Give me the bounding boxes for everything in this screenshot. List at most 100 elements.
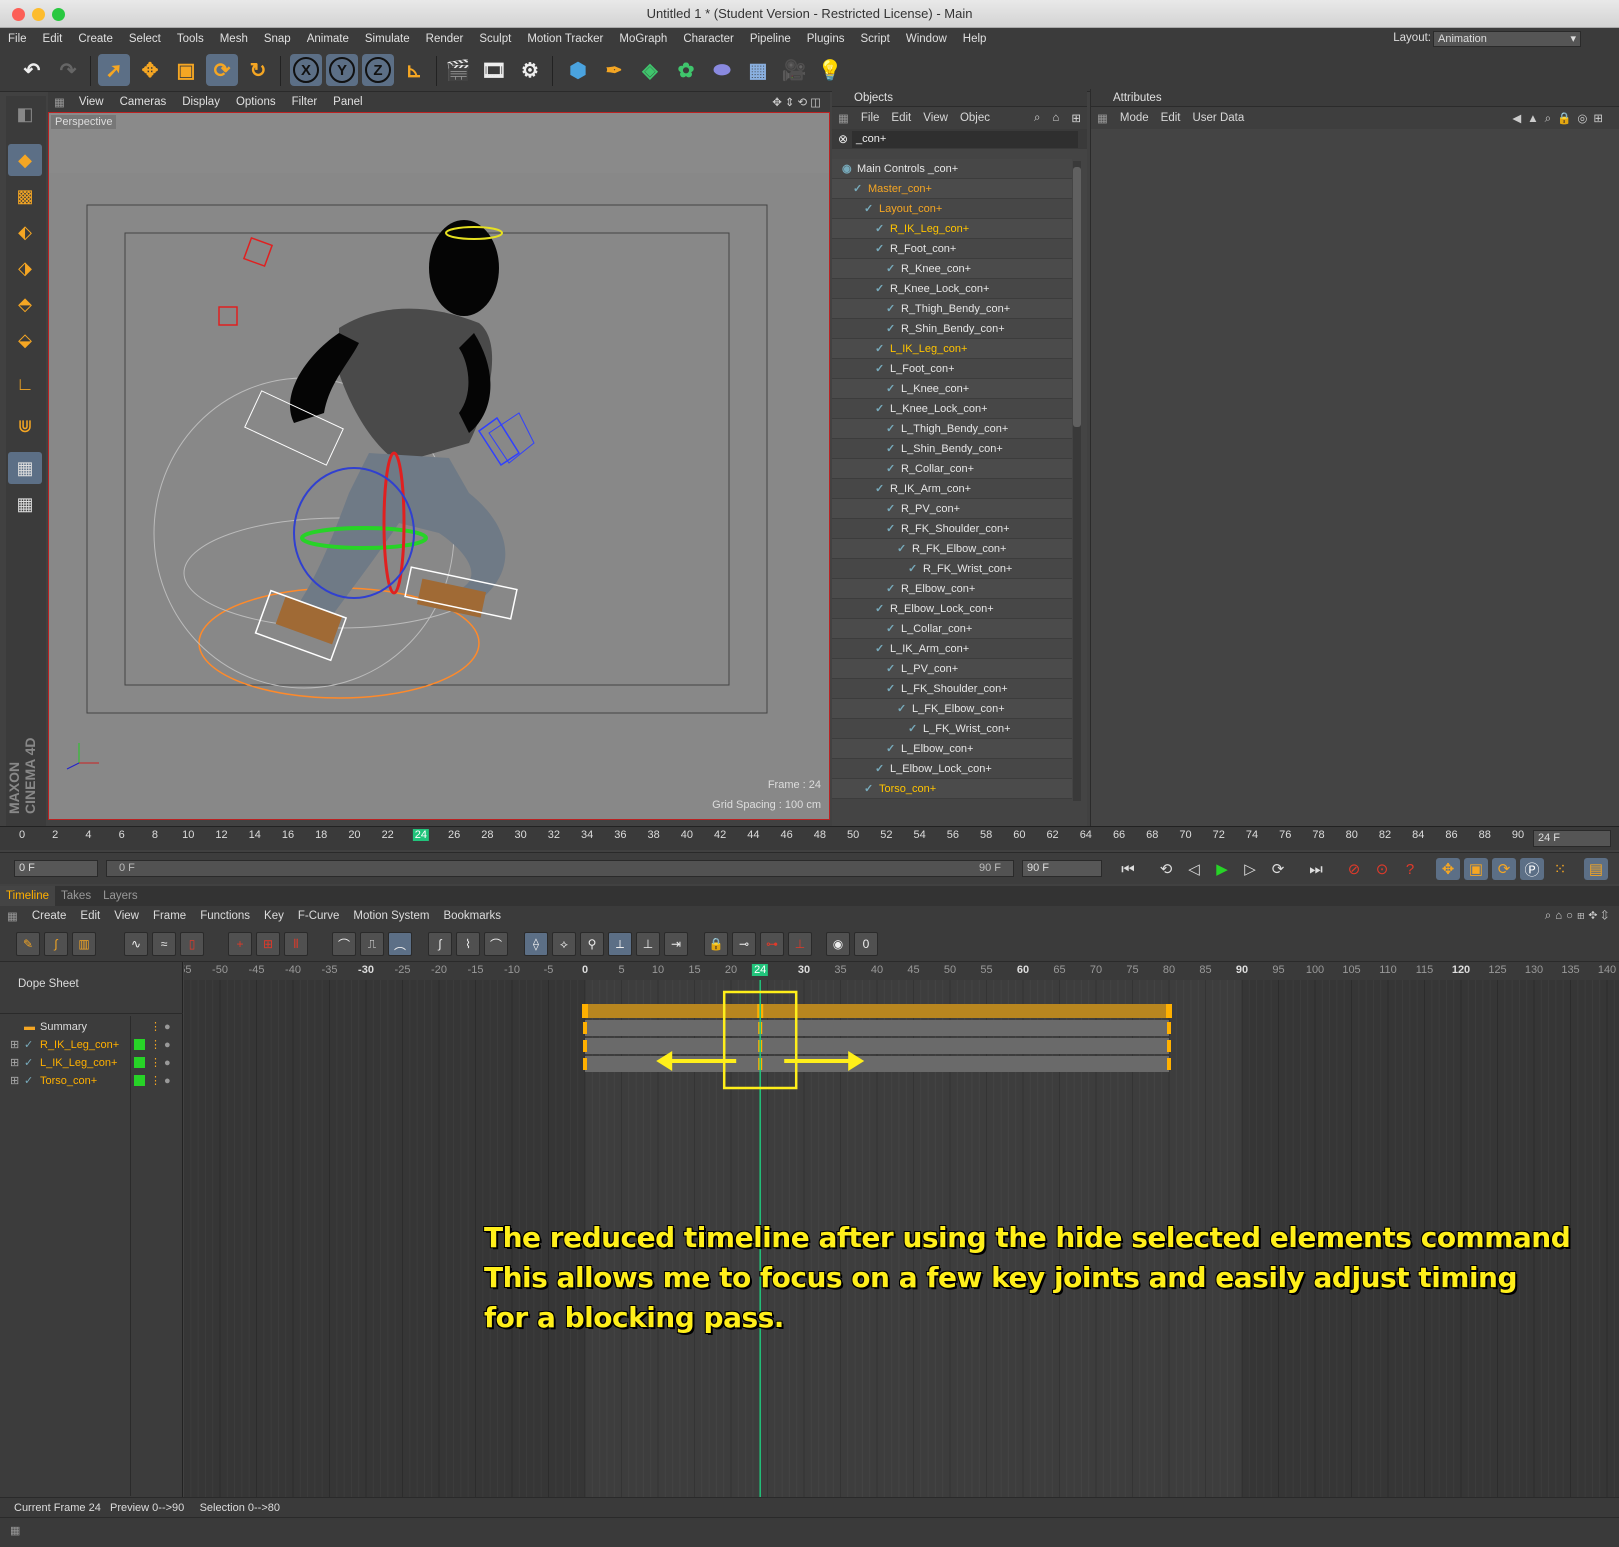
object-tree-row[interactable]: ✓ R_Collar_con+	[832, 459, 1072, 479]
attributes-menu-user-data[interactable]: User Data	[1186, 112, 1250, 124]
zero-angle-button[interactable]: ⟠	[524, 932, 548, 956]
dope-sheet-ruler[interactable]: -55-50-45-40-35-30-25-20-15-10-505101520…	[184, 962, 1619, 980]
keyframe-selection-button[interactable]: ?	[1398, 858, 1422, 880]
close-window-button[interactable]	[12, 8, 25, 21]
spline-interp-button[interactable]: ⌇	[456, 932, 480, 956]
track-color-swatch[interactable]	[134, 1057, 145, 1068]
lock-value-button[interactable]: ⊥	[636, 932, 660, 956]
clear-search-icon[interactable]: ⊗	[838, 132, 848, 146]
record-rotation-button[interactable]: ⟳	[1492, 858, 1516, 880]
insert-keys-button[interactable]: ⫴	[284, 932, 308, 956]
object-tree-row[interactable]: ✓ L_FK_Elbow_con+	[832, 699, 1072, 719]
record-point-level-button[interactable]: ⁙	[1548, 858, 1572, 880]
object-tree-row[interactable]: ✓ L_Knee_Lock_con+	[832, 399, 1072, 419]
attributes-nav-icons[interactable]: ◀▲⌕🔒◎⊞	[1512, 111, 1619, 126]
timeline-nav-icons[interactable]: ⌕⌂○⊞✥⇕	[1538, 910, 1619, 923]
floor-button[interactable]: ▦	[742, 54, 774, 86]
object-tree-row[interactable]: ✓ L_Collar_con+	[832, 619, 1072, 639]
object-tree-row[interactable]: ✓ R_Elbow_con+	[832, 579, 1072, 599]
track-settings-icon[interactable]: ⋮	[150, 1072, 161, 1090]
mute-key-button[interactable]: ⊸	[732, 932, 756, 956]
fcurve-view-button[interactable]: ∿	[124, 932, 148, 956]
object-tree-row[interactable]: ✓ L_FK_Wrist_con+	[832, 719, 1072, 739]
track-row-r-ik-leg[interactable]: ⊞ ✓ R_IK_Leg_con+ ⋮ ●	[0, 1036, 183, 1054]
object-tree-row[interactable]: ✓ L_FK_Shoulder_con+	[832, 679, 1072, 699]
add-keys-button[interactable]: ⊞	[256, 932, 280, 956]
tab-timeline[interactable]: Timeline	[0, 886, 56, 906]
menu-render[interactable]: Render	[418, 33, 472, 45]
redo-button[interactable]: ↷	[52, 54, 84, 86]
drag-handle-icon[interactable]: ▦	[1091, 111, 1114, 125]
object-tree-scroll-thumb[interactable]	[1073, 167, 1081, 427]
tab-layers[interactable]: Layers	[97, 886, 144, 906]
viewport-menu-filter[interactable]: Filter	[284, 96, 326, 108]
objects-search-input[interactable]: _con+	[852, 130, 1078, 148]
motion-mode-button[interactable]: ▥	[72, 932, 96, 956]
make-editable-button[interactable]: ◧	[8, 98, 42, 130]
object-tree-row[interactable]: ✓ R_Knee_Lock_con+	[832, 279, 1072, 299]
object-tree-row[interactable]: ✓ R_PV_con+	[832, 499, 1072, 519]
timeline-menu-motion-system[interactable]: Motion System	[346, 910, 436, 922]
linear-interp-button[interactable]: ∫	[428, 932, 452, 956]
tab-takes[interactable]: Takes	[55, 886, 97, 906]
y-axis-button[interactable]: Y	[326, 54, 358, 86]
track-dot-icon[interactable]: ●	[164, 1036, 171, 1054]
record-position-button[interactable]: ✥	[1436, 858, 1460, 880]
cube-button[interactable]: ⬢	[562, 54, 594, 86]
drag-handle-icon[interactable]: ▦	[48, 95, 71, 109]
add-key-button[interactable]: +	[228, 932, 252, 956]
go-to-end-button[interactable]: ⏭	[1304, 858, 1328, 880]
perspective-viewport[interactable]: Perspective Frame: 24 Grid Spacing: 10…	[48, 112, 830, 820]
x-axis-button[interactable]: X	[290, 54, 322, 86]
object-tree-row[interactable]: ✓ R_FK_Wrist_con+	[832, 559, 1072, 579]
track-row-l-ik-leg[interactable]: ⊞ ✓ L_IK_Leg_con+ ⋮ ●	[0, 1054, 183, 1072]
planar-workplane-button[interactable]: ▦	[8, 488, 42, 520]
object-tree-row[interactable]: ✓ L_Foot_con+	[832, 359, 1072, 379]
object-tree-row[interactable]: ✓ R_IK_Arm_con+	[832, 479, 1072, 499]
menu-plugins[interactable]: Plugins	[799, 33, 853, 45]
viewport-menu-display[interactable]: Display	[174, 96, 228, 108]
viewport-menu-cameras[interactable]: Cameras	[112, 96, 175, 108]
scheme-settings-button[interactable]: ▤	[1584, 858, 1608, 880]
viewport-menu-options[interactable]: Options	[228, 96, 284, 108]
timeline-menu-edit[interactable]: Edit	[73, 910, 107, 922]
move-select-button[interactable]: ➚	[98, 54, 130, 86]
render-picture-viewer-button[interactable]: 🎞	[478, 54, 510, 86]
objects-menu-edit[interactable]: Edit	[885, 112, 917, 124]
preview-range-slider[interactable]: 0 F 90 F	[106, 860, 1014, 877]
key-mode-button[interactable]: ✎	[16, 932, 40, 956]
track-dot-icon[interactable]: ●	[164, 1072, 171, 1090]
expand-icon[interactable]: ⊞	[10, 1054, 19, 1072]
timeline-menu-fcurve[interactable]: F-Curve	[291, 910, 347, 922]
track-color-swatch[interactable]	[134, 1075, 145, 1086]
object-tree-row[interactable]: ✓ L_Elbow_Lock_con+	[832, 759, 1072, 779]
menu-select[interactable]: Select	[121, 33, 169, 45]
objects-menu-file[interactable]: File	[855, 112, 886, 124]
menu-sculpt[interactable]: Sculpt	[471, 33, 519, 45]
clamp-key-button[interactable]: ⊶	[760, 932, 784, 956]
track-dot-icon[interactable]: ●	[164, 1018, 171, 1036]
object-tree-row[interactable]: ✓ R_FK_Elbow_con+	[832, 539, 1072, 559]
step-interp-button[interactable]: ⌒	[484, 932, 508, 956]
play-button[interactable]: ▶	[1210, 858, 1234, 880]
object-tree-row[interactable]: ✓ R_Thigh_Bendy_con+	[832, 299, 1072, 319]
viewport-menu-panel[interactable]: Panel	[325, 96, 370, 108]
subdivision-button[interactable]: ◈	[634, 54, 666, 86]
render-settings-button[interactable]: ⚙	[514, 54, 546, 86]
objects-menu-objects[interactable]: Objec	[954, 112, 996, 124]
object-tree-row[interactable]: ✓ R_Knee_con+	[832, 259, 1072, 279]
object-tree-row[interactable]: ◉ Main Controls _con+	[832, 159, 1072, 179]
zoom-window-button[interactable]	[52, 8, 65, 21]
record-parameter-button[interactable]: Ⓟ	[1520, 858, 1544, 880]
frame-ruler[interactable]: 0 2 4 6 8 10 12 14 16 18 20 22 24 26 28 30 32 34 36 38 40 42 4…	[0, 826, 1619, 850]
points-mode-button[interactable]: ⬗	[8, 252, 42, 284]
menu-animate[interactable]: Animate	[299, 33, 357, 45]
zero-length-button[interactable]: ⟡	[552, 932, 576, 956]
recent-tool-button[interactable]: ↻	[242, 54, 274, 86]
record-scale-button[interactable]: ▣	[1464, 858, 1488, 880]
attributes-menu-edit[interactable]: Edit	[1155, 112, 1187, 124]
fps-field[interactable]: 24 F	[1533, 830, 1611, 847]
light-button[interactable]: 💡	[814, 54, 846, 86]
texture-mode-button[interactable]: ▩	[8, 180, 42, 212]
menu-script[interactable]: Script	[852, 33, 897, 45]
